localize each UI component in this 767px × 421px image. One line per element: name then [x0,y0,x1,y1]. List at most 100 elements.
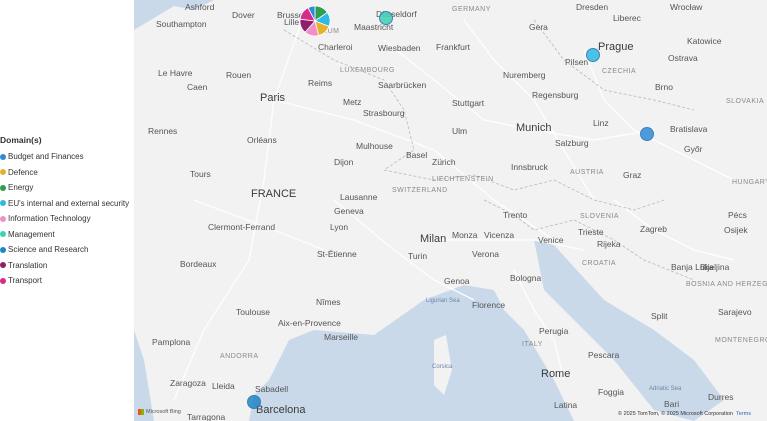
legend-dot-icon [0,277,6,284]
legend-label: Energy [8,183,34,193]
place-label-linz: Linz [593,118,609,128]
place-label-zaragoza: Zaragoza [170,378,206,388]
legend-item[interactable]: Science and Research [0,242,134,258]
legend-label: Information Technology [8,214,91,224]
place-label-lausanne: Lausanne [340,192,378,202]
place-label-ligurian-sea: Ligurian Sea [426,298,460,304]
legend-dot-icon [0,262,6,269]
legend-item[interactable]: Translation [0,258,134,274]
brussels-pie[interactable] [298,4,332,38]
place-label-split: Split [651,311,668,321]
place-label-saarbrucken: Saarbrücken [378,80,427,90]
place-label-zagreb: Zagreb [640,224,667,234]
place-label-wiesbaden: Wiesbaden [378,43,421,53]
place-label-salzburg: Salzburg [555,138,589,148]
legend-dot-icon [0,246,6,253]
legend-item[interactable]: Defence [0,165,134,181]
place-label-sarajevo: Sarajevo [718,307,752,317]
place-label-corsica: Corsica [432,364,453,370]
place-label-lille: Lille [284,17,300,27]
place-label-geneva: Geneva [334,206,364,216]
place-label-strasbourg: Strasbourg [363,108,405,118]
place-label-italy: ITALY [522,341,543,348]
legend-dot-icon [0,153,6,160]
place-label-osijek: Osijek [724,225,748,235]
location-bubble-maastricht[interactable] [379,11,393,25]
place-label-lyon: Lyon [330,222,349,232]
place-label-venice: Venice [538,235,564,245]
place-label-mulhouse: Mulhouse [356,141,393,151]
bing-text: Microsoft Bing [146,409,181,415]
place-label-frankfurt: Frankfurt [436,42,471,52]
legend-items: Budget and Finances Defence Energy EU's int… [0,149,134,289]
legend-dot-icon [0,184,6,191]
place-label-bijeljina: Bijeljina [700,262,730,272]
place-label-prague: Prague [598,41,634,53]
place-label-wroclaw: Wrocław [670,2,703,12]
place-label-turin: Turin [408,251,428,261]
location-bubble-vienna[interactable] [640,127,654,141]
place-label-ostrava: Ostrava [668,53,698,63]
place-label-tarragona: Tarragona [187,412,226,421]
place-label-france: FRANCE [251,188,297,200]
place-label-caen: Caen [187,82,208,92]
place-label-pilsen: Pilsen [565,57,589,67]
legend-label: Translation [8,260,48,270]
legend-item[interactable]: Information Technology [0,211,134,227]
legend-label: Budget and Finances [8,152,84,162]
place-label-andorra: ANDORRA [220,353,259,360]
place-label-sabadell: Sabadell [255,384,289,394]
legend-label: Transport [8,276,42,286]
place-label-rijeka: Rijeka [597,239,621,249]
place-label-liberec: Liberec [613,13,641,23]
place-label-graz: Graz [623,170,642,180]
legend-item[interactable]: Budget and Finances [0,149,134,165]
place-label-ulm: Ulm [452,126,468,136]
place-label-charleroi: Charleroi [318,42,353,52]
place-label-bosnia: BOSNIA AND HERZEGOVINA [686,281,767,288]
legend-item[interactable]: Energy [0,180,134,196]
legend-title: Domain(s) [0,135,42,145]
place-label-reims: Reims [308,78,333,88]
place-label-slovakia: SLOVAKIA [726,98,765,105]
legend-dot-icon [0,169,6,176]
place-label-rome: Rome [541,368,571,380]
place-label-clermont: Clermont-Ferrand [208,222,276,232]
terms-link[interactable]: Terms [736,411,751,417]
location-bubble-prague[interactable] [586,48,600,62]
place-label-regensburg: Regensburg [532,90,579,100]
place-label-southampton: Southampton [156,19,207,29]
legend-item[interactable]: Transport [0,273,134,289]
place-label-ashford: Ashford [185,2,215,12]
place-label-foggia: Foggia [598,387,624,397]
place-label-switzerland: SWITZERLAND [392,187,448,194]
location-bubble-barcelona[interactable] [247,395,261,409]
place-label-nimes: Nîmes [316,297,341,307]
legend-dot-icon [0,215,6,222]
legend-item[interactable]: Management [0,227,134,243]
legend-label: Science and Research [8,245,89,255]
place-label-bratislava: Bratislava [670,124,708,134]
place-label-monza: Monza [452,230,478,240]
place-label-innsbruck: Innsbruck [511,162,548,172]
place-label-liechtenstein: LIECHTENSTEIN [432,176,494,183]
place-label-paris: Paris [260,92,286,104]
place-label-vicenza: Vicenza [484,230,515,240]
place-label-latina: Latina [554,400,578,410]
place-label-montenegro: MONTENEGRO [715,337,767,344]
map-attribution: © 2025 TomTom, © 2025 Microsoft Corporat… [617,411,733,417]
place-label-germany: GERMANY [452,6,491,13]
place-label-perugia: Perugia [539,326,569,336]
legend-label: Management [8,229,55,239]
place-label-dover: Dover [232,10,255,20]
place-label-luxembourg: LUXEMBOURG [340,67,395,74]
place-label-dresden: Dresden [576,2,609,12]
place-label-basel: Basel [406,150,428,160]
map[interactable]: Ashford Dover Southampton Brussels Lille Char… [134,0,767,421]
place-label-hungary: HUNGARY [732,179,767,186]
legend: Domain(s) Budget and Finances Defence Ener… [0,135,134,289]
legend-item[interactable]: EU's internal and external security [0,196,134,212]
place-label-pamplona: Pamplona [152,337,191,347]
place-label-brno: Brno [655,82,673,92]
legend-dot-icon [0,200,6,207]
